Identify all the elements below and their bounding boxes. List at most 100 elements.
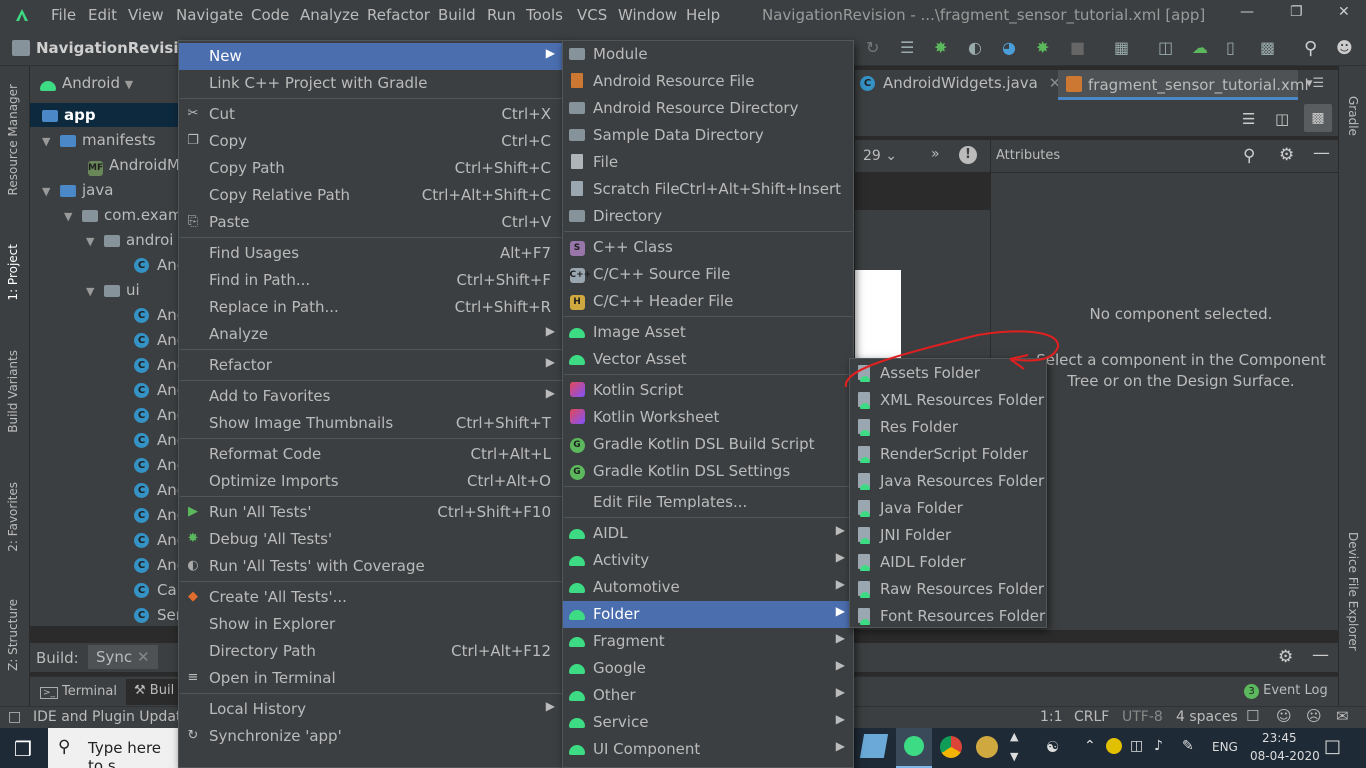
- line-separator[interactable]: CRLF: [1074, 709, 1109, 725]
- smile-icon[interactable]: ☺: [1276, 707, 1292, 725]
- people-icon[interactable]: ☯: [1046, 738, 1059, 756]
- menu-run[interactable]: Run: [487, 6, 516, 24]
- menu-item-debug-all-tests[interactable]: ✸ Debug 'All Tests': [179, 526, 563, 553]
- menu-item-analyze[interactable]: Analyze ▶: [179, 321, 563, 348]
- new-item-kotlin-worksheet[interactable]: Kotlin Worksheet: [563, 404, 853, 431]
- new-item-c-class[interactable]: S C++ Class: [563, 234, 853, 261]
- clock-date[interactable]: 08-04-2020: [1250, 749, 1320, 763]
- menu-refactor[interactable]: Refactor: [367, 6, 430, 24]
- new-item-directory[interactable]: Directory: [563, 203, 853, 230]
- tab-android-widgets[interactable]: C AndroidWidgets.java ✕: [860, 74, 1061, 92]
- attach-icon[interactable]: ◐: [968, 38, 986, 57]
- tab-build[interactable]: ⚒ Buil: [126, 679, 183, 705]
- search-icon[interactable]: ⚲: [1304, 38, 1322, 59]
- code-view-icon[interactable]: ☰: [1242, 110, 1255, 128]
- new-item-c-c-source-file[interactable]: C++ C/C++ Source File: [563, 261, 853, 288]
- new-item-android-resource-directory[interactable]: Android Resource Directory: [563, 95, 853, 122]
- tab-fragment-sensor[interactable]: fragment_sensor_tutorial.xml: [1058, 70, 1309, 100]
- split-view-icon[interactable]: ◫: [1275, 110, 1289, 128]
- folder-item-font-resources-folder[interactable]: Font Resources Folder: [850, 603, 1046, 630]
- status-panel-icon[interactable]: □: [8, 709, 21, 725]
- scroll-down-icon[interactable]: ▼: [1010, 750, 1018, 763]
- tab-favorites[interactable]: 2: Favorites: [6, 482, 20, 552]
- menu-item-show-in-explorer[interactable]: Show in Explorer: [179, 611, 563, 638]
- new-item-ui-component[interactable]: UI Component ▶: [563, 736, 853, 763]
- tree-item-app[interactable]: app: [42, 106, 96, 124]
- paint-icon[interactable]: [976, 736, 998, 758]
- tray-app-icon[interactable]: [1106, 738, 1122, 754]
- menu-item-cut[interactable]: ✂ Cut Ctrl+X: [179, 101, 563, 128]
- tree-item-package[interactable]: ▼ com.exam: [64, 206, 182, 224]
- menu-help[interactable]: Help: [686, 6, 720, 24]
- new-item-fragment[interactable]: Fragment ▶: [563, 628, 853, 655]
- clock-time[interactable]: 23:45: [1262, 731, 1297, 745]
- new-item-file[interactable]: File: [563, 149, 853, 176]
- menu-item-run-all-tests[interactable]: ▶ Run 'All Tests' Ctrl+Shift+F10: [179, 499, 563, 526]
- tab-structure[interactable]: Z: Structure: [6, 599, 20, 671]
- new-item-folder[interactable]: Folder ▶: [563, 601, 853, 628]
- menu-item-copy[interactable]: ❐ Copy Ctrl+C: [179, 128, 563, 155]
- more-icon[interactable]: »: [931, 146, 940, 162]
- menu-item-directory-path[interactable]: Directory Path Ctrl+Alt+F12: [179, 638, 563, 665]
- folder-item-aidl-folder[interactable]: AIDL Folder: [850, 549, 1046, 576]
- new-item-service[interactable]: Service ▶: [563, 709, 853, 736]
- file-encoding[interactable]: UTF-8: [1122, 709, 1163, 725]
- tab-gradle[interactable]: Gradle: [1346, 96, 1360, 136]
- folder-item-renderscript-folder[interactable]: RenderScript Folder: [850, 441, 1046, 468]
- menu-item-copy-relative-path[interactable]: Copy Relative Path Ctrl+Alt+Shift+C: [179, 182, 563, 209]
- build-tab-sync[interactable]: Sync ✕: [88, 645, 158, 669]
- tree-item-class[interactable]: C Ser: [134, 606, 182, 624]
- folder-item-raw-resources-folder[interactable]: Raw Resources Folder: [850, 576, 1046, 603]
- folder-item-jni-folder[interactable]: JNI Folder: [850, 522, 1046, 549]
- windows-start-icon[interactable]: ❒: [14, 737, 32, 761]
- menu-view[interactable]: View: [128, 6, 164, 24]
- hide-icon[interactable]: —: [1312, 645, 1329, 665]
- new-item-activity[interactable]: Activity ▶: [563, 547, 853, 574]
- avd-manager-icon[interactable]: ☁: [1192, 38, 1210, 57]
- project-breadcrumb[interactable]: NavigationRevision: [36, 39, 199, 57]
- search-icon[interactable]: ⚲: [1243, 146, 1255, 166]
- tab-device-file-explorer[interactable]: Device File Explorer: [1346, 532, 1360, 651]
- menu-tools[interactable]: Tools: [526, 6, 563, 24]
- menu-window[interactable]: Window: [618, 6, 677, 24]
- warning-icon[interactable]: !: [959, 146, 977, 164]
- tree-item-class[interactable]: C Car: [134, 581, 183, 599]
- tree-item-package[interactable]: ▼ androi: [86, 231, 173, 249]
- menu-item-copy-path[interactable]: Copy Path Ctrl+Shift+C: [179, 155, 563, 182]
- menu-build[interactable]: Build: [438, 6, 476, 24]
- app-icon[interactable]: [859, 734, 889, 758]
- menu-navigate[interactable]: Navigate: [176, 6, 243, 24]
- indent-setting[interactable]: 4 spaces: [1176, 709, 1238, 725]
- new-item-module[interactable]: Module: [563, 41, 853, 68]
- menu-edit[interactable]: Edit: [88, 6, 117, 24]
- chevron-up-icon[interactable]: ⌃: [1084, 738, 1096, 754]
- project-view-selector[interactable]: Android ▼: [40, 74, 133, 92]
- project-structure-icon[interactable]: ▦: [1114, 38, 1132, 57]
- folder-item-java-resources-folder[interactable]: Java Resources Folder: [850, 468, 1046, 495]
- profiler-icon[interactable]: ◕: [1002, 38, 1020, 57]
- menu-item-refactor[interactable]: Refactor ▶: [179, 352, 563, 379]
- rerun-icon[interactable]: ↻: [866, 38, 884, 57]
- volume-icon[interactable]: ♪: [1154, 738, 1163, 754]
- close-tab-icon[interactable]: ✕: [137, 648, 150, 666]
- hide-icon[interactable]: —: [1313, 143, 1330, 163]
- action-center-icon[interactable]: □: [1324, 736, 1341, 757]
- scroll-up-icon[interactable]: ▲: [1010, 730, 1018, 743]
- menu-item-local-history[interactable]: Local History ▶: [179, 696, 563, 723]
- new-item-sample-data-directory[interactable]: Sample Data Directory: [563, 122, 853, 149]
- pen-icon[interactable]: ✎: [1182, 738, 1194, 754]
- menu-item-open-in-terminal[interactable]: ≡ Open in Terminal: [179, 665, 563, 692]
- layout-inspector-icon[interactable]: ▩: [1260, 38, 1278, 57]
- maximize-icon[interactable]: ❐: [1290, 4, 1303, 20]
- tab-event-log[interactable]: 3 Event Log: [1244, 683, 1328, 699]
- sync-gradle-icon[interactable]: ◫: [1158, 38, 1176, 57]
- api-level-dropdown[interactable]: 29 ⌄: [863, 148, 897, 164]
- frown-icon[interactable]: ☹: [1306, 707, 1322, 725]
- tab-project[interactable]: 1: Project: [6, 244, 20, 301]
- menu-file[interactable]: File: [51, 6, 76, 24]
- new-item-gradle-kotlin-dsl-settings[interactable]: G Gradle Kotlin DSL Settings: [563, 458, 853, 485]
- menu-analyze[interactable]: Analyze: [300, 6, 359, 24]
- new-item-gradle-kotlin-dsl-build-script[interactable]: G Gradle Kotlin DSL Build Script: [563, 431, 853, 458]
- new-item-edit-file-templates[interactable]: Edit File Templates...: [563, 489, 853, 516]
- new-item-vector-asset[interactable]: Vector Asset: [563, 346, 853, 373]
